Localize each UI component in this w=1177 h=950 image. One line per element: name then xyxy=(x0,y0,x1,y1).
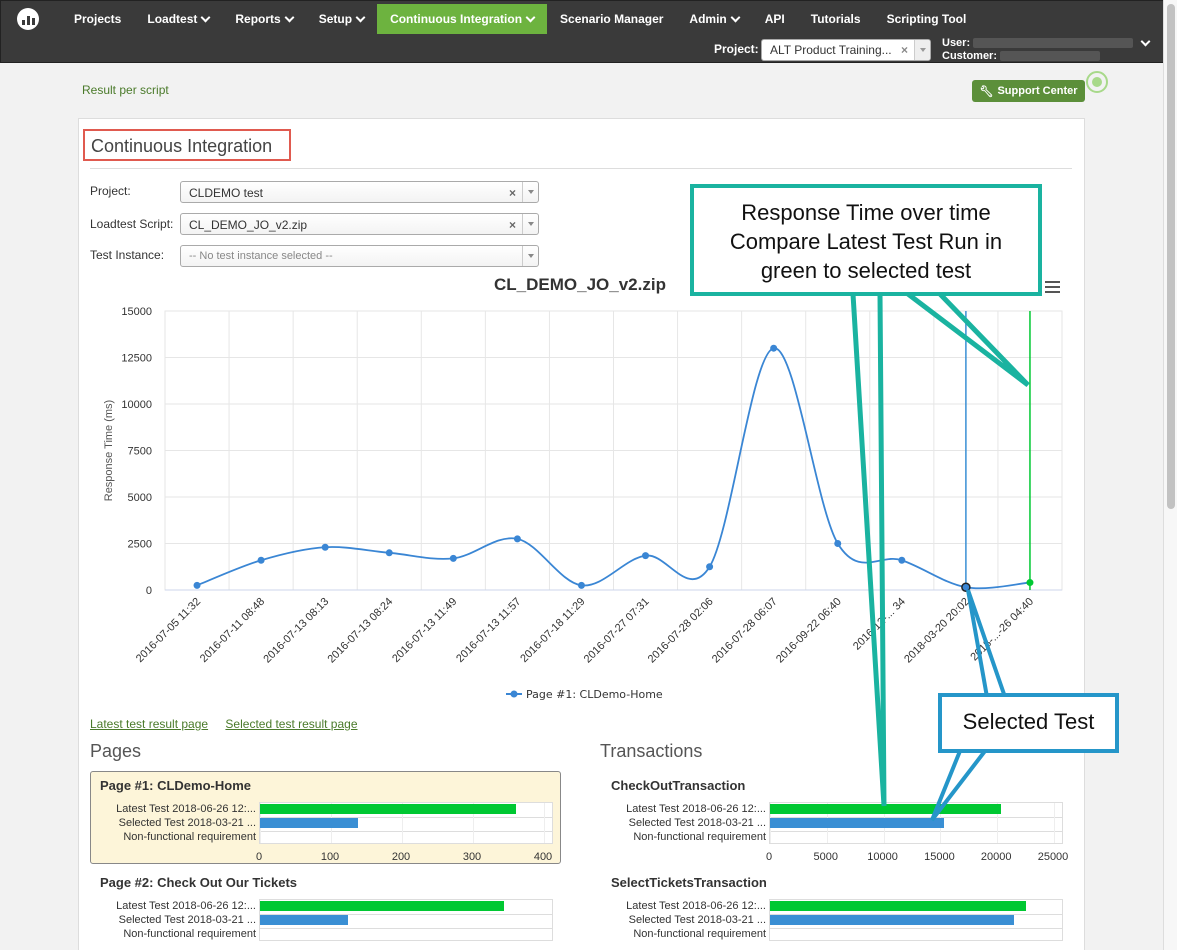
y-tick-label: 2500 xyxy=(128,539,152,551)
result-links: Latest test result page Selected test re… xyxy=(90,717,372,731)
bar-row-label: Latest Test 2018-06-26 12:... xyxy=(116,900,256,912)
x-tick-label: 2016-07-28 06:07 xyxy=(710,596,780,666)
axis-tick-label: 0 xyxy=(765,851,773,863)
selected-test-bar[interactable] xyxy=(770,915,1015,925)
row-gridline xyxy=(770,831,1062,832)
y-tick-label: 7500 xyxy=(128,446,152,458)
row-gridline xyxy=(770,928,1062,929)
axis-tick-label: 10000 xyxy=(867,851,898,863)
axis-tick-label: 200 xyxy=(391,851,411,863)
axis-tick-label: 20000 xyxy=(980,851,1012,863)
row-gridline xyxy=(260,831,552,832)
response-time-callout: Response Time over time Compare Latest T… xyxy=(690,184,1042,296)
x-tick-label: 2016-07-13 08:13 xyxy=(261,596,331,666)
x-tick-label: 2016-07-05 11:32 xyxy=(134,596,203,665)
x-tick-label: 2016-07-27 07:31 xyxy=(582,596,652,666)
bar-row-label: Selected Test 2018-03-21 ... xyxy=(628,817,766,829)
bar-card-title: Page #1: CLDemo-Home xyxy=(100,778,251,793)
axis-tick-label: 25000 xyxy=(1037,851,1069,863)
axis-tick-label: 100 xyxy=(320,851,340,863)
axis-tick-label: 300 xyxy=(462,851,482,863)
bar-row-label: Non-functional requirement xyxy=(123,928,256,940)
y-tick-label: 5000 xyxy=(128,492,152,504)
selected-test-bar[interactable] xyxy=(260,818,358,828)
axis-tick-label: 15000 xyxy=(924,851,955,863)
x-tick-label: 2016-07-13 11:49 xyxy=(390,596,459,665)
data-point xyxy=(193,581,201,589)
latest-data-point xyxy=(1026,579,1034,587)
y-tick-label: 12500 xyxy=(121,353,152,365)
y-tick-label: 0 xyxy=(146,585,152,597)
latest-test-bar[interactable] xyxy=(260,901,505,911)
latest-test-bar[interactable] xyxy=(260,804,516,814)
x-tick-label: 2016-09-22 06:40 xyxy=(774,596,844,666)
selected-test-callout: Selected Test xyxy=(938,693,1119,753)
x-tick-label: 2016-07-13 11:57 xyxy=(454,596,523,665)
x-tick-label: 2018-...-26 04:40 xyxy=(968,596,1036,664)
axis-tick-label: 400 xyxy=(533,851,553,863)
callout-line-1: Response Time over time xyxy=(741,200,991,225)
x-tick-label: 2016-07-13 08:24 xyxy=(325,596,395,666)
selected-data-point xyxy=(961,582,971,592)
latest-test-bar[interactable] xyxy=(770,804,1001,814)
bar-card-title: Page #2: Check Out Our Tickets xyxy=(100,875,297,890)
data-point xyxy=(642,552,650,560)
x-tick-label: 2016-12-... 34 xyxy=(851,596,908,653)
latest-test-result-link[interactable]: Latest test result page xyxy=(90,717,208,731)
bar-card-title: CheckOutTransaction xyxy=(611,778,746,793)
axis-tick-label: 0 xyxy=(255,851,263,863)
selected-test-result-link[interactable]: Selected test result page xyxy=(225,717,357,731)
transactions-section-title: Transactions xyxy=(600,741,703,761)
bar-row-label: Selected Test 2018-03-21 ... xyxy=(628,914,766,926)
x-tick-label: 2016-07-11 08:48 xyxy=(198,596,267,665)
y-tick-label: 10000 xyxy=(121,399,152,411)
data-point xyxy=(898,556,906,564)
callout-line-3: green to selected test xyxy=(760,258,972,283)
bar-row-label: Non-functional requirement xyxy=(123,831,256,843)
pages-section-title: Pages xyxy=(90,741,142,761)
selected-test-bar[interactable] xyxy=(770,818,944,828)
data-point xyxy=(770,344,778,352)
y-axis-label: Response Time (ms) xyxy=(103,400,115,501)
data-point xyxy=(706,563,714,571)
legend-marker xyxy=(510,690,518,698)
bar-row-label: Latest Test 2018-06-26 12:... xyxy=(116,803,256,815)
x-tick-label: 2016-07-18 11:29 xyxy=(518,596,587,665)
data-point xyxy=(385,549,393,557)
data-point xyxy=(449,554,457,562)
bar-row-label: Selected Test 2018-03-21 ... xyxy=(118,914,256,926)
bar-row-label: Selected Test 2018-03-21 ... xyxy=(118,817,256,829)
bar-card-title: SelectTicketsTransaction xyxy=(611,875,767,890)
y-tick-label: 15000 xyxy=(121,306,152,318)
bar-row-label: Latest Test 2018-06-26 12:... xyxy=(626,900,766,912)
callout-line-2: Compare Latest Test Run in xyxy=(729,229,1003,254)
axis-tick-label: 5000 xyxy=(813,851,839,863)
data-point xyxy=(577,581,585,589)
x-tick-label: 2018-03-20 20:02 xyxy=(902,596,972,666)
x-tick-label: 2016-07-28 02:06 xyxy=(646,596,716,666)
column-gridline xyxy=(1054,803,1055,843)
column-gridline xyxy=(544,803,545,843)
data-point xyxy=(834,540,842,547)
data-point xyxy=(257,556,265,564)
data-point xyxy=(513,535,521,543)
data-point xyxy=(321,543,329,551)
bar-row-label: Non-functional requirement xyxy=(633,831,766,843)
legend-label: Page #1: CLDemo-Home xyxy=(526,688,663,701)
selected-test-bar[interactable] xyxy=(260,915,349,925)
bar-row-label: Latest Test 2018-06-26 12:... xyxy=(626,803,766,815)
bar-row-label: Non-functional requirement xyxy=(633,928,766,940)
latest-test-bar[interactable] xyxy=(770,901,1026,911)
row-gridline xyxy=(260,928,552,929)
